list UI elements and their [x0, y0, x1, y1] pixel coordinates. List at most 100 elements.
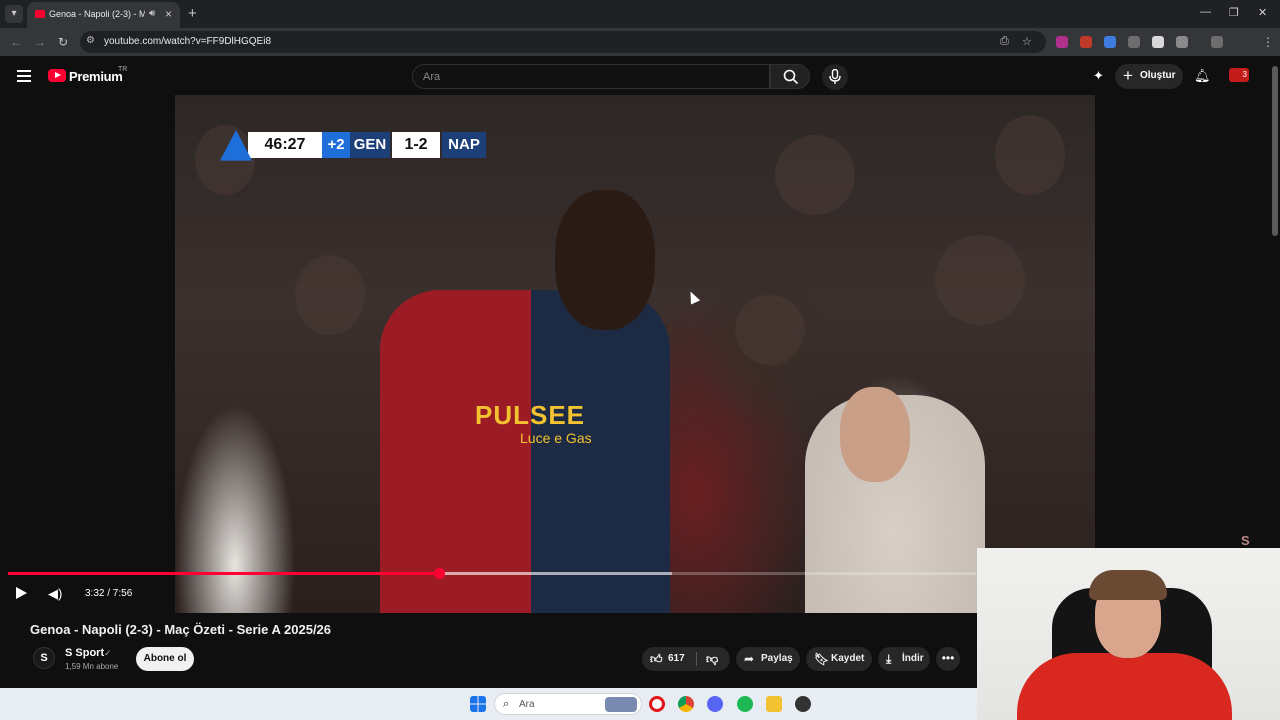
create-button[interactable]: + Oluştur [1115, 64, 1183, 89]
site-info-icon[interactable]: ⚙ [86, 35, 95, 46]
save-button[interactable]: 🔖︎ Kaydet [806, 647, 872, 671]
extension-icon[interactable] [1152, 36, 1164, 48]
reload-icon[interactable]: ↻ [58, 35, 68, 49]
restore-icon[interactable]: ❐ [1229, 6, 1239, 19]
hamburger-menu-icon[interactable] [17, 70, 31, 85]
discord-icon[interactable] [707, 696, 723, 712]
player-head [555, 190, 655, 330]
plus-icon: + [1123, 66, 1133, 85]
browser-toolbar: ← → ↻ ⚙ youtube.com/watch?v=FF9DlHGQEi8 … [0, 28, 1280, 77]
dislike-button[interactable]: 👎︎ [698, 647, 730, 671]
save-label: Kaydet [831, 653, 865, 664]
channel-watermark[interactable]: S [1241, 533, 1250, 548]
back-icon[interactable]: ← [10, 35, 22, 49]
video-title: Genoa - Napoli (2-3) - Maç Özeti - Serie… [30, 622, 332, 637]
scrollbar-thumb[interactable] [1272, 66, 1278, 236]
score: 1-2 [392, 132, 440, 158]
address-url[interactable]: youtube.com/watch?v=FF9DlHGQEi8 [104, 36, 271, 47]
home-team: GEN [350, 132, 390, 158]
app-icon[interactable] [795, 696, 811, 712]
progress-bar[interactable] [8, 568, 976, 579]
webcam-overlay [977, 548, 1280, 720]
away-team: NAP [442, 132, 486, 158]
search-input[interactable] [423, 69, 753, 85]
like-dislike-bar: 👍︎ 617 👎︎ [642, 647, 730, 671]
extension-icon[interactable] [1104, 36, 1116, 48]
bookmark-icon: 🔖︎ [814, 652, 830, 666]
share-button[interactable]: ➦ Paylaş [736, 647, 800, 671]
tab-close-icon[interactable]: × [165, 7, 172, 21]
extension-icon[interactable] [1056, 36, 1068, 48]
share-arrow-icon: ➦ [744, 652, 755, 666]
browser-menu-icon[interactable]: ⋮ [1262, 35, 1274, 49]
video-frame[interactable]: PULSEE Luce e Gas 46:27 +2 GEN 1-2 NAP [175, 95, 1095, 613]
taskbar-search[interactable]: ⌕ Ara [494, 693, 642, 715]
minimize-icon[interactable]: — [1200, 6, 1211, 18]
search-box[interactable] [412, 64, 770, 89]
thumbs-up-icon: 👍︎ [650, 652, 663, 666]
browser-tab-strip: ▾ Genoa - Napoli (2-3) - Maç 🔊︎ × + — ❐ … [0, 0, 1280, 28]
time-display: 3:32 / 7:56 [85, 588, 133, 599]
like-divider [696, 652, 697, 666]
windows-start-icon[interactable] [470, 696, 486, 712]
spotify-icon[interactable] [737, 696, 753, 712]
create-label: Oluştur [1140, 70, 1176, 81]
streamer-hair [1089, 570, 1167, 600]
install-app-icon[interactable]: ⎙ [1000, 35, 1009, 48]
tab-title: Genoa - Napoli (2-3) - Maç [49, 9, 145, 19]
address-bar[interactable]: ⚙ youtube.com/watch?v=FF9DlHGQEi8 ⎙ ☆ [80, 31, 1046, 53]
media-controls-icon[interactable] [1211, 36, 1223, 48]
taskbar-search-placeholder: Ara [519, 699, 535, 710]
play-icon[interactable] [16, 587, 27, 599]
bookmark-star-icon[interactable]: ☆ [1022, 35, 1032, 48]
extension-icon[interactable] [1080, 36, 1092, 48]
file-explorer-icon[interactable] [766, 696, 782, 712]
chrome-icon[interactable] [678, 696, 694, 712]
like-button[interactable]: 👍︎ 617 [642, 647, 696, 671]
thumbs-down-icon: 👎︎ [706, 652, 719, 666]
channel-avatar[interactable]: S [33, 647, 55, 669]
browser-tab-active[interactable]: Genoa - Napoli (2-3) - Maç 🔊︎ × [27, 2, 180, 28]
user-avatar[interactable]: 3 [1229, 68, 1249, 82]
jersey-sponsor-sub: Luce e Gas [520, 430, 592, 446]
extension-icon[interactable] [1128, 36, 1140, 48]
mouse-cursor-icon [685, 289, 701, 305]
channel-name[interactable]: S Sport [65, 647, 104, 659]
premium-gem-icon[interactable]: ✦ [1093, 68, 1104, 84]
download-icon: ⤓ [886, 652, 892, 666]
tab-list-chevron-icon[interactable]: ▾ [5, 5, 23, 23]
verified-badge-icon: ✓ [104, 648, 112, 658]
youtube-header: Premium TR ✦ + Oluştur 🔔︎ 3 [0, 56, 1270, 96]
progress-played [8, 572, 440, 575]
subscribe-button[interactable]: Abone ol [136, 647, 194, 671]
crowd-blob [935, 235, 1025, 325]
extensions-puzzle-icon[interactable] [1176, 36, 1188, 48]
download-label: İndir [902, 653, 924, 664]
notifications-bell-icon[interactable]: 🔔︎ [1194, 68, 1211, 84]
player-jersey [380, 290, 670, 613]
forward-icon[interactable]: → [34, 35, 46, 49]
search-icon [783, 69, 799, 85]
crowd-blob [735, 295, 805, 365]
youtube-favicon-icon [35, 10, 45, 18]
crowd-blob [775, 135, 855, 215]
search-button[interactable] [770, 64, 810, 89]
window-close-icon[interactable]: ✕ [1258, 6, 1267, 19]
youtube-logo-icon[interactable] [48, 69, 66, 82]
search-icon: ⌕ [503, 698, 510, 710]
tab-audio-icon[interactable]: 🔊︎ [149, 8, 155, 19]
voice-search-button[interactable] [822, 64, 848, 90]
match-clock: 46:27 [248, 132, 322, 158]
share-label: Paylaş [761, 653, 793, 664]
crowd-blob [995, 115, 1065, 195]
opera-icon[interactable] [649, 696, 665, 712]
download-button[interactable]: ⤓ İndir [878, 647, 930, 671]
volume-icon[interactable]: ◀︎) [48, 586, 62, 602]
new-tab-icon[interactable]: + [188, 5, 197, 22]
added-time: +2 [322, 132, 350, 158]
more-actions-icon[interactable]: ••• [936, 647, 960, 671]
search-highlight-image [605, 697, 637, 712]
crowd-blob [295, 255, 365, 335]
jersey-sponsor: PULSEE [475, 400, 586, 430]
youtube-brand[interactable]: Premium [69, 69, 123, 84]
